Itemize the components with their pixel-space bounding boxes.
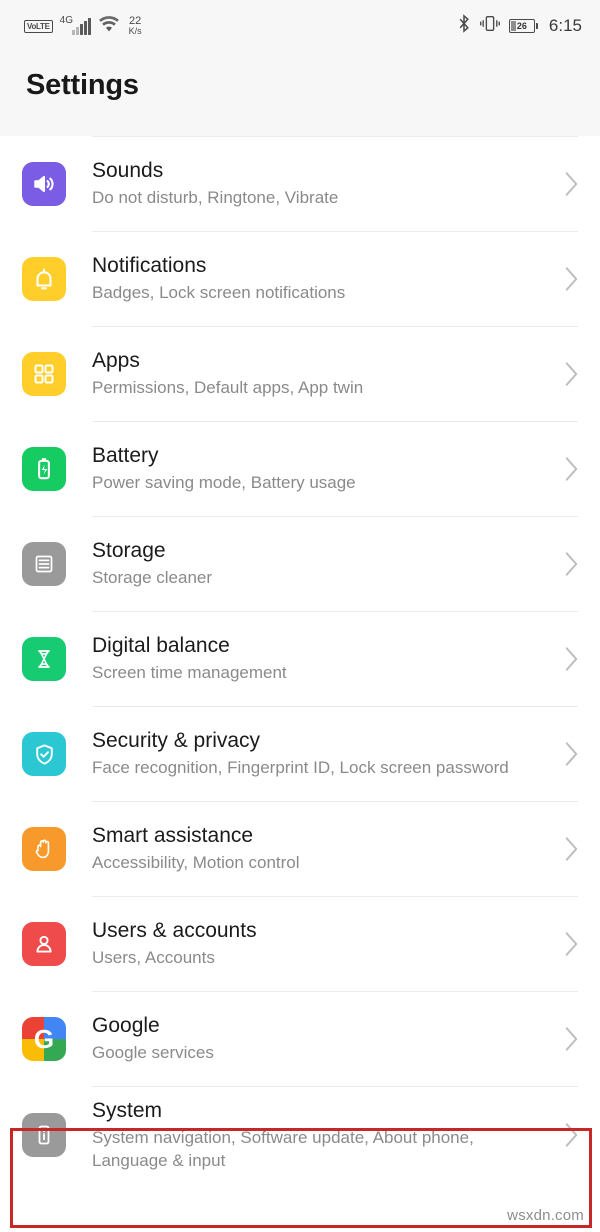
settings-item-subtitle: Do not disturb, Ringtone, Vibrate bbox=[92, 188, 339, 208]
settings-item-subtitle: Google services bbox=[92, 1043, 214, 1063]
settings-item-text: Users & accounts Users, Accounts bbox=[92, 918, 560, 970]
chevron-right-icon[interactable] bbox=[560, 551, 582, 577]
settings-item-security-privacy[interactable]: Security & privacy Face recognition, Fin… bbox=[0, 707, 600, 801]
settings-item-subtitle: Permissions, Default apps, App twin bbox=[92, 378, 364, 398]
settings-item-title: Smart assistance bbox=[92, 824, 254, 848]
vibrate-icon bbox=[479, 14, 500, 38]
settings-item-text: Notifications Badges, Lock screen notifi… bbox=[92, 253, 560, 305]
battery-shell: 26 bbox=[508, 19, 535, 33]
speaker-icon bbox=[22, 162, 66, 206]
settings-item-storage[interactable]: Storage Storage cleaner bbox=[0, 517, 600, 611]
settings-item-title: Storage bbox=[92, 539, 166, 563]
settings-item-text: Apps Permissions, Default apps, App twin bbox=[92, 348, 560, 400]
signal-bar-1 bbox=[71, 29, 75, 35]
storage-drive-icon bbox=[22, 542, 66, 586]
network-speed-unit: K/s bbox=[128, 26, 142, 37]
settings-item-title: Users & accounts bbox=[92, 919, 257, 943]
signal-bars-icon: 4G bbox=[59, 14, 91, 35]
svg-text:G: G bbox=[34, 1024, 54, 1054]
settings-item-subtitle: Badges, Lock screen notifications bbox=[92, 283, 346, 303]
chevron-right-icon[interactable] bbox=[560, 836, 582, 862]
status-bar-right: 26 6:15 bbox=[457, 14, 582, 38]
settings-item-text: System System navigation, Software updat… bbox=[92, 1098, 560, 1172]
network-generation-label: 4G bbox=[59, 14, 73, 26]
wifi-icon bbox=[98, 15, 120, 38]
hourglass-icon bbox=[22, 637, 66, 681]
settings-item-text: Sounds Do not disturb, Ringtone, Vibrate bbox=[92, 158, 560, 210]
chevron-right-icon[interactable] bbox=[560, 456, 582, 482]
settings-item-subtitle: Users, Accounts bbox=[92, 948, 215, 968]
settings-item-title: System bbox=[92, 1098, 163, 1122]
settings-item-title: Apps bbox=[92, 349, 140, 373]
settings-item-battery[interactable]: Battery Power saving mode, Battery usage bbox=[0, 422, 600, 516]
settings-list[interactable]: Display, Display apps, Home screen & dis… bbox=[0, 118, 600, 1183]
battery-bolt-icon bbox=[22, 447, 66, 491]
battery-level-label: 26 bbox=[516, 21, 527, 31]
person-icon bbox=[22, 922, 66, 966]
chevron-right-icon[interactable] bbox=[560, 171, 582, 197]
settings-item-notifications[interactable]: Notifications Badges, Lock screen notifi… bbox=[0, 232, 600, 326]
settings-item-apps[interactable]: Apps Permissions, Default apps, App twin bbox=[0, 327, 600, 421]
settings-item-text: Battery Power saving mode, Battery usage bbox=[92, 443, 560, 495]
settings-item-text: Security & privacy Face recognition, Fin… bbox=[92, 728, 560, 780]
google-g-icon: G bbox=[22, 1017, 66, 1061]
chevron-right-icon[interactable] bbox=[560, 361, 582, 387]
status-bar-left: VoLTE 4G 22 K/s bbox=[24, 15, 142, 38]
settings-item-subtitle: Power saving mode, Battery usage bbox=[92, 473, 356, 493]
chevron-right-icon[interactable] bbox=[560, 1122, 582, 1148]
settings-item-smart-assistance[interactable]: Smart assistance Accessibility, Motion c… bbox=[0, 802, 600, 896]
status-bar: VoLTE 4G 22 K/s 26 6:15 bbox=[0, 0, 600, 52]
settings-item-title: Security & privacy bbox=[92, 729, 261, 753]
settings-item-title: Battery bbox=[92, 444, 159, 468]
signal-bar-5 bbox=[87, 17, 91, 35]
settings-item-digital-balance[interactable]: Digital balance Screen time management bbox=[0, 612, 600, 706]
settings-item-title: Notifications bbox=[92, 254, 207, 278]
shield-check-icon bbox=[22, 732, 66, 776]
clipped-previous-row-label: Display, Display apps, Home screen & dis… bbox=[92, 118, 478, 119]
settings-item-users-accounts[interactable]: Users & accounts Users, Accounts bbox=[0, 897, 600, 991]
apps-grid-icon bbox=[22, 352, 66, 396]
hand-icon bbox=[22, 827, 66, 871]
chevron-right-icon[interactable] bbox=[560, 931, 582, 957]
settings-item-sounds[interactable]: Sounds Do not disturb, Ringtone, Vibrate bbox=[0, 137, 600, 231]
phone-info-icon bbox=[22, 1113, 66, 1157]
bell-icon bbox=[22, 257, 66, 301]
settings-item-subtitle: Screen time management bbox=[92, 663, 287, 683]
settings-item-system[interactable]: System System navigation, Software updat… bbox=[0, 1087, 600, 1183]
battery-icon: 26 bbox=[508, 19, 538, 33]
signal-bar-4 bbox=[83, 20, 87, 35]
battery-nub bbox=[535, 23, 538, 29]
settings-item-subtitle: System navigation, Software update, Abou… bbox=[92, 1128, 474, 1170]
network-speed-indicator: 22 K/s bbox=[128, 15, 142, 37]
settings-item-text: Storage Storage cleaner bbox=[92, 538, 560, 590]
settings-item-text: Digital balance Screen time management bbox=[92, 633, 560, 685]
settings-item-title: Google bbox=[92, 1014, 160, 1038]
settings-item-text: Google Google services bbox=[92, 1013, 560, 1065]
settings-item-subtitle: Accessibility, Motion control bbox=[92, 853, 300, 873]
watermark: wsxdn.com bbox=[507, 1207, 584, 1224]
app-header: Settings bbox=[0, 52, 600, 118]
volte-icon: VoLTE bbox=[24, 19, 53, 33]
settings-item-title: Sounds bbox=[92, 159, 164, 183]
signal-bar-2 bbox=[75, 26, 79, 35]
settings-item-subtitle: Face recognition, Fingerprint ID, Lock s… bbox=[92, 758, 509, 778]
bluetooth-icon bbox=[457, 14, 471, 38]
chevron-right-icon[interactable] bbox=[560, 266, 582, 292]
clipped-previous-row: Display, Display apps, Home screen & dis… bbox=[0, 118, 600, 136]
settings-item-google[interactable]: G Google Google services bbox=[0, 992, 600, 1086]
settings-item-subtitle: Storage cleaner bbox=[92, 568, 213, 588]
clock: 6:15 bbox=[548, 16, 582, 35]
page-title: Settings bbox=[26, 68, 139, 101]
chevron-right-icon[interactable] bbox=[560, 646, 582, 672]
settings-item-title: Digital balance bbox=[92, 634, 230, 658]
settings-item-text: Smart assistance Accessibility, Motion c… bbox=[92, 823, 560, 875]
signal-bar-3 bbox=[79, 23, 83, 35]
chevron-right-icon[interactable] bbox=[560, 741, 582, 767]
chevron-right-icon[interactable] bbox=[560, 1026, 582, 1052]
